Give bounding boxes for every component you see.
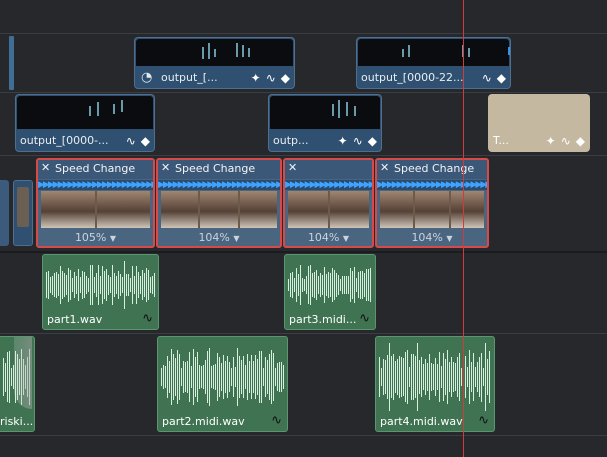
clip-edge-left-2[interactable]: [13, 180, 33, 246]
keyframe-icon[interactable]: ◆: [281, 71, 290, 85]
audio-clip[interactable]: part3.midi... ∿: [284, 254, 376, 330]
keyframe-icon[interactable]: ◆: [497, 71, 506, 85]
speed-arrows: ▶▶▶▶▶▶▶▶▶▶▶▶▶▶▶▶▶▶▶▶▶▶: [285, 180, 372, 190]
curve-icon[interactable]: ∿: [353, 134, 363, 148]
speed-value[interactable]: 104%: [308, 231, 339, 244]
keyframe-icon[interactable]: ◆: [141, 134, 150, 148]
clip-label: output_[0000-...: [20, 134, 109, 147]
clip-title: Speed Change: [175, 162, 255, 175]
waveform: [379, 343, 491, 411]
keyframe-icon[interactable]: ◆: [368, 134, 377, 148]
dropdown-icon[interactable]: ▼: [110, 234, 116, 243]
speed-arrows: ▶▶▶▶▶▶▶▶▶▶▶▶▶▶▶▶▶▶▶▶▶▶▶▶▶▶▶▶▶▶: [158, 180, 280, 190]
clip-frames: [288, 191, 369, 228]
dropdown-icon[interactable]: ▼: [233, 234, 239, 243]
clip-label: output_[0000-22...: [361, 71, 464, 84]
curve-icon[interactable]: ∿: [482, 71, 492, 85]
clip-label: riski...: [0, 415, 33, 428]
video-clip[interactable]: ◔ output_[... ✦ ∿ ◆: [134, 37, 295, 89]
clip-frames: [161, 191, 277, 228]
fade-handle[interactable]: [14, 337, 32, 409]
speed-change-clip[interactable]: ✕ ▶▶▶▶▶▶▶▶▶▶▶▶▶▶▶▶▶▶▶▶▶▶ 104% ▼: [283, 158, 374, 248]
title-clip[interactable]: T... ✦ ∿ ◆: [488, 94, 590, 152]
clip-thumbnail: [270, 96, 380, 129]
speed-value[interactable]: 104%: [411, 231, 442, 244]
dropdown-icon[interactable]: ▼: [343, 234, 349, 243]
waveform: [161, 343, 284, 411]
playhead[interactable]: [463, 0, 464, 457]
speed-value[interactable]: 104%: [198, 231, 229, 244]
clip-title: Speed Change: [55, 162, 135, 175]
speed-change-clip[interactable]: ✕ Speed Change ▶▶▶▶▶▶▶▶▶▶▶▶▶▶▶▶▶▶▶▶▶▶▶▶▶▶…: [36, 158, 155, 248]
video-clip[interactable]: output_[0000-22... ∿ ◆: [356, 37, 511, 89]
clip-label: part3.midi...: [289, 313, 356, 326]
curve-icon[interactable]: ∿: [266, 71, 276, 85]
audio-clip[interactable]: part4.midi.wav ∿: [375, 336, 495, 432]
speed-change-clip[interactable]: ✕ Speed Change ▶▶▶▶▶▶▶▶▶▶▶▶▶▶▶▶▶▶▶▶▶▶▶▶▶▶…: [156, 158, 282, 248]
clip-frames: [380, 191, 484, 228]
curve-icon[interactable]: ∿: [142, 311, 153, 326]
speed-value[interactable]: 105%: [75, 231, 106, 244]
curve-icon[interactable]: ∿: [271, 413, 282, 428]
speed-arrows: ▶▶▶▶▶▶▶▶▶▶▶▶▶▶▶▶▶▶▶▶▶▶▶▶▶▶▶▶▶▶: [38, 180, 153, 190]
video-clip[interactable]: outp... ✦ ∿ ◆: [268, 94, 382, 152]
speed-change-clip[interactable]: ✕Speed Change ▶▶▶▶▶▶▶▶▶▶▶▶▶▶▶▶▶▶▶▶▶▶▶▶▶▶…: [375, 158, 489, 248]
waveform: [288, 261, 372, 309]
close-icon[interactable]: ✕: [380, 161, 389, 174]
curve-icon[interactable]: ∿: [359, 311, 370, 326]
sparkle-icon[interactable]: ✦: [251, 71, 261, 85]
speed-arrows: ▶▶▶▶▶▶▶▶▶▶▶▶▶▶▶▶▶▶▶▶▶▶▶▶▶▶▶: [377, 180, 487, 190]
speed-icon: ◔: [141, 70, 152, 85]
clip-label: part1.wav: [47, 313, 102, 326]
clip-edge-left[interactable]: [0, 180, 9, 246]
close-icon[interactable]: ✕: [161, 161, 170, 174]
waveform: [46, 261, 155, 309]
video-clip[interactable]: output_[0000-... ∿ ◆: [15, 94, 155, 152]
clip-label: part2.midi.wav: [162, 415, 245, 428]
curve-icon[interactable]: ∿: [478, 413, 489, 428]
clip-label: outp...: [273, 134, 309, 147]
audio-clip[interactable]: riski...: [0, 336, 35, 432]
audio-clip[interactable]: part2.midi.wav ∿: [157, 336, 288, 432]
sparkle-icon[interactable]: ✦: [546, 134, 556, 148]
clip-label: T...: [493, 134, 509, 147]
audio-clip[interactable]: part1.wav ∿: [42, 254, 159, 330]
close-icon[interactable]: ✕: [41, 161, 50, 174]
track-edge-marker: [9, 36, 14, 90]
clip-label: output_[...: [161, 71, 218, 84]
clip-thumbnail: [136, 39, 293, 66]
keyframe-icon[interactable]: ◆: [576, 134, 585, 148]
clip-thumbnail: [358, 39, 509, 66]
clip-label: part4.midi.wav: [380, 415, 463, 428]
curve-icon[interactable]: ∿: [561, 134, 571, 148]
clip-thumbnail: [17, 96, 153, 129]
curve-icon[interactable]: ∿: [126, 134, 136, 148]
dropdown-icon[interactable]: ▼: [446, 234, 452, 243]
close-icon[interactable]: ✕: [288, 161, 297, 174]
clip-frames: [41, 191, 150, 228]
sparkle-icon[interactable]: ✦: [338, 134, 348, 148]
